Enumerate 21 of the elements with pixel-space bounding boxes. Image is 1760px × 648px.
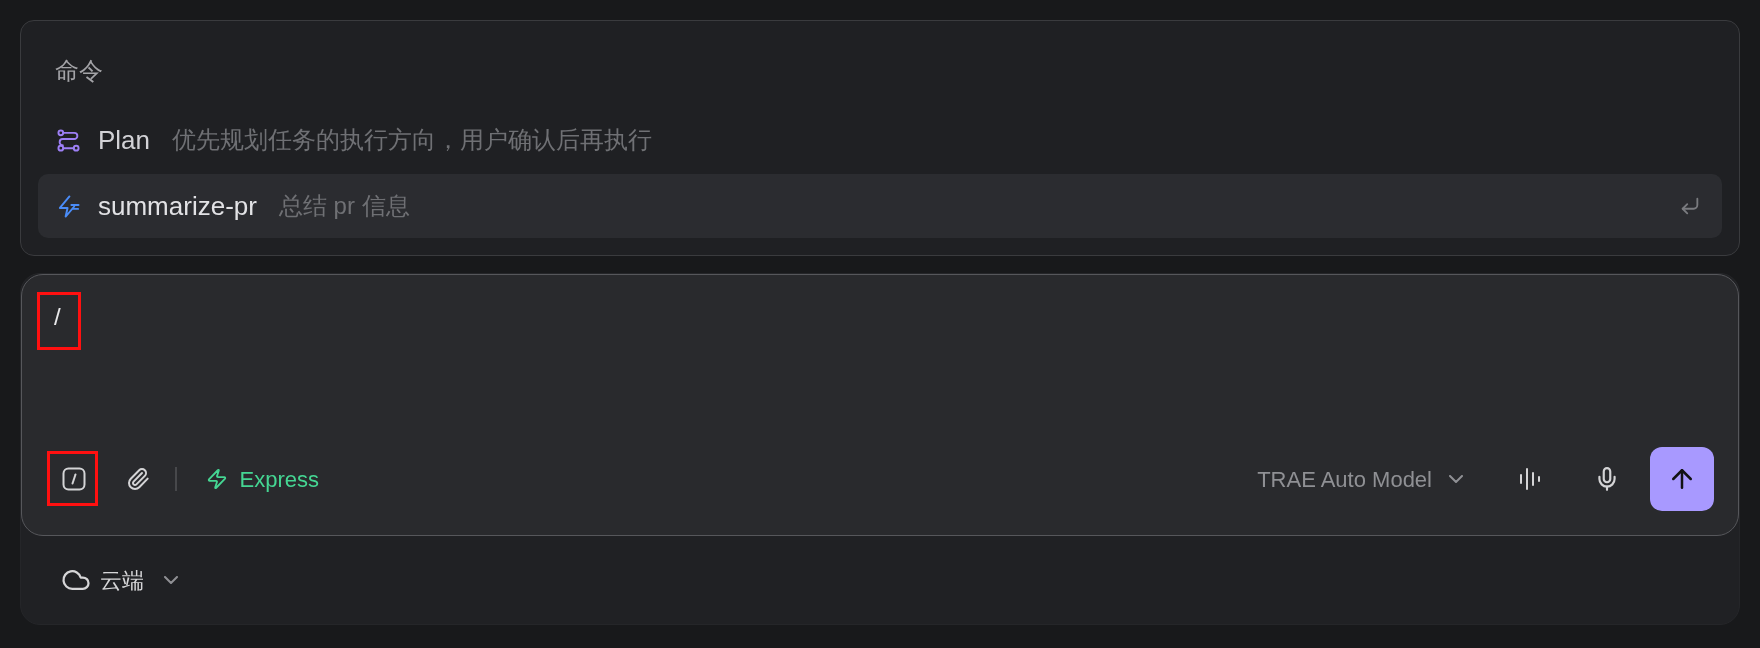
- slash-square-icon: [62, 467, 86, 492]
- command-name: summarize-pr: [98, 189, 257, 223]
- model-selector[interactable]: TRAE Auto Model: [1247, 459, 1473, 500]
- command-item[interactable]: summarize-pr 总结 pr 信息: [38, 174, 1722, 238]
- enter-key-icon: [1679, 195, 1701, 217]
- waveform-icon: [1519, 468, 1541, 491]
- panel-title: 命令: [54, 56, 104, 86]
- command-item[interactable]: Plan 优先规划任务的执行方向，用户确认后再执行: [38, 108, 1722, 172]
- paperclip-icon: [126, 467, 150, 492]
- message-input[interactable]: /: [22, 275, 1738, 448]
- command-name: Plan: [98, 123, 151, 157]
- command-description: 总结 pr 信息: [278, 191, 410, 221]
- workflow-icon: [57, 128, 80, 152]
- send-button[interactable]: [1650, 447, 1714, 512]
- lightning-icon: [205, 468, 228, 491]
- chevron-down-icon: [1449, 475, 1463, 484]
- mode-selector[interactable]: Express: [195, 459, 329, 500]
- command-description: 优先规划任务的执行方向，用户确认后再执行: [172, 125, 653, 155]
- environment-selector[interactable]: 云端: [61, 560, 178, 601]
- lightning-icon: [57, 194, 80, 218]
- chevron-down-icon: [164, 576, 178, 585]
